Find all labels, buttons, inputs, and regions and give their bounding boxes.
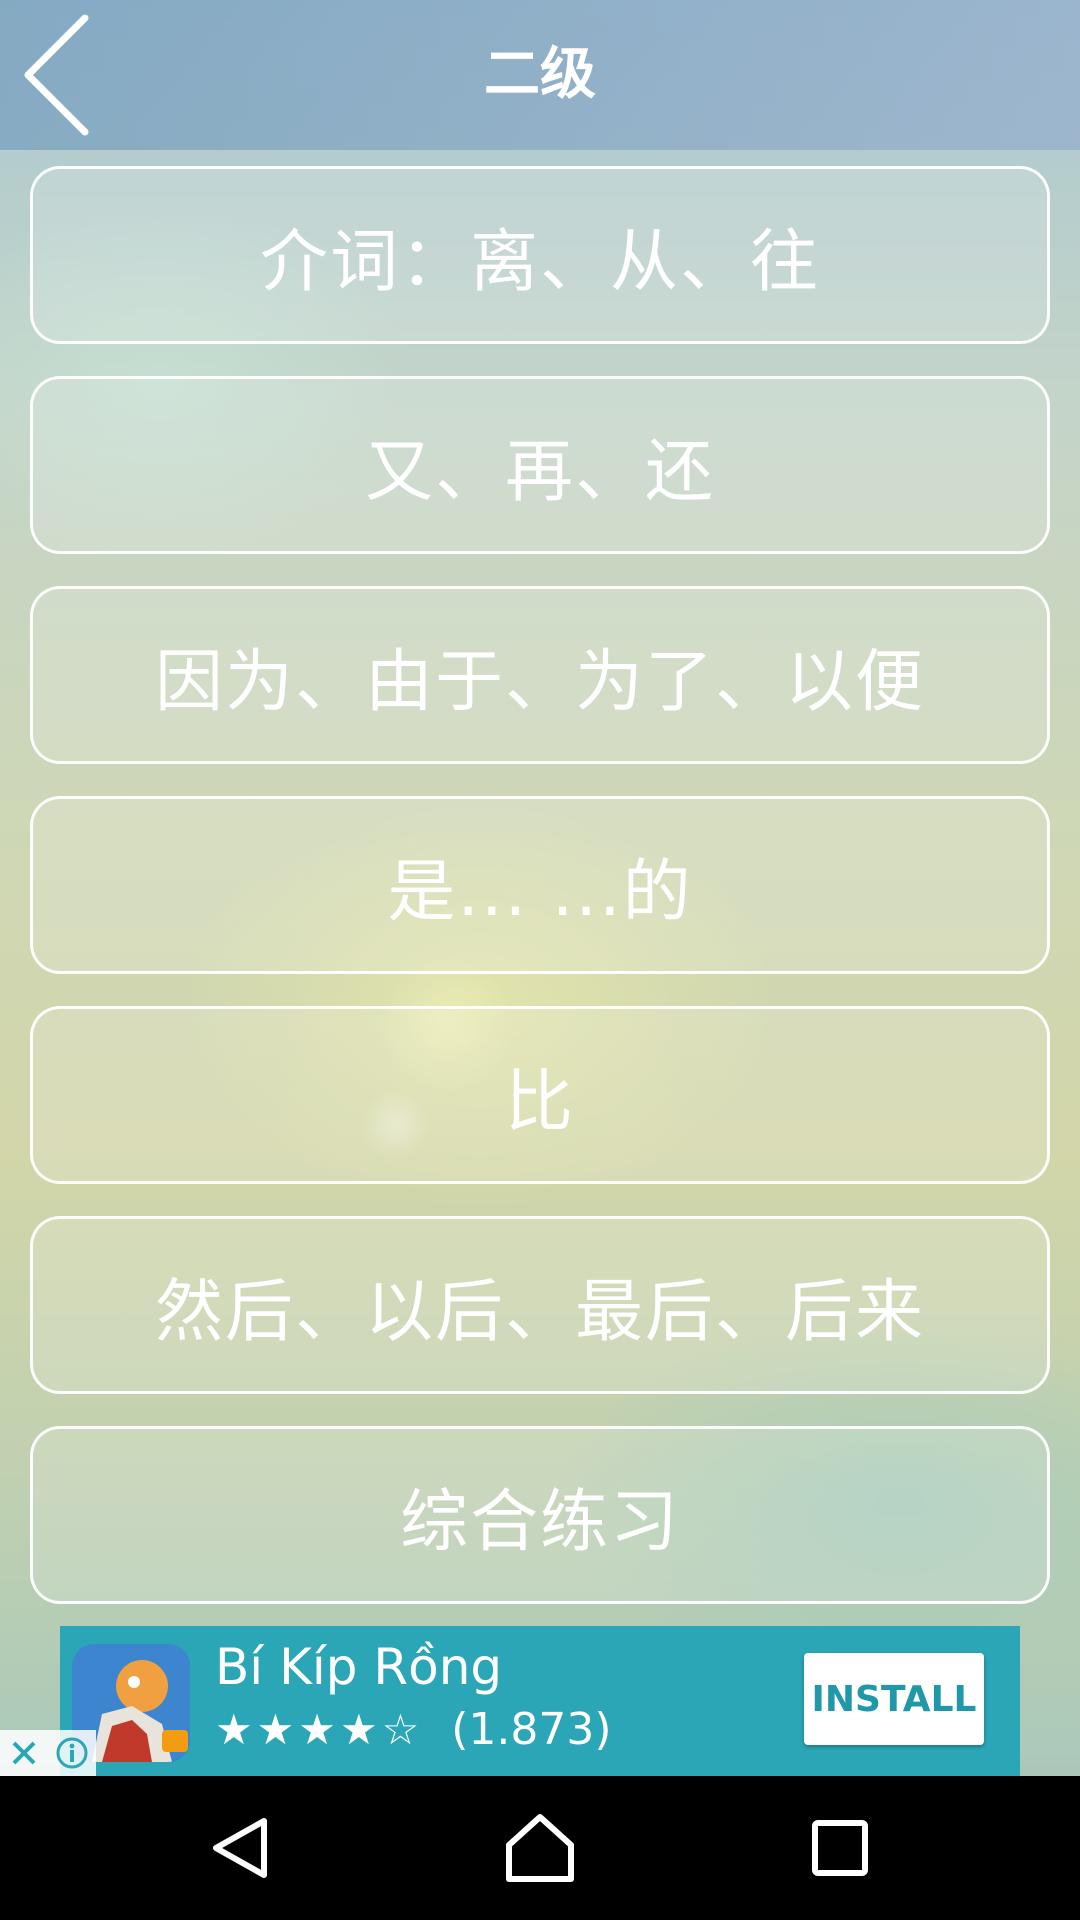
ad-app-name: Bí Kíp Rồng (215, 1638, 503, 1696)
lesson-item-then-after-finally[interactable]: 然后、以后、最后、后来 (30, 1216, 1050, 1394)
lesson-item-you-zai-hai[interactable]: 又、再、还 (30, 376, 1050, 554)
ad-banner[interactable]: Bí Kíp Rồng ★★★★☆ (1.873) INSTALL (60, 1626, 1020, 1776)
lesson-item-shi-de[interactable]: 是... ...的 (30, 796, 1050, 974)
install-button[interactable]: INSTALL (804, 1653, 984, 1745)
back-button[interactable] (10, 10, 120, 140)
app-bar: 二级 (0, 0, 1080, 150)
ad-close-button[interactable] (0, 1730, 48, 1776)
lesson-item-because-in-order-to[interactable]: 因为、由于、为了、以便 (30, 586, 1050, 764)
square-recents-icon (812, 1820, 868, 1876)
home-icon (506, 1814, 574, 1882)
info-icon (56, 1737, 88, 1769)
nav-recents-button[interactable] (795, 1803, 885, 1893)
app-screen: 二级 介词：离、从、往 又、再、还 因为、由于、为了、以便 是... ...的 … (0, 0, 1080, 1920)
triangle-back-icon (213, 1818, 267, 1878)
lesson-item-bi[interactable]: 比 (30, 1006, 1050, 1184)
chevron-left-icon (24, 14, 89, 136)
nav-back-button[interactable] (196, 1803, 286, 1893)
lesson-item-comprehensive-practice[interactable]: 综合练习 (30, 1426, 1050, 1604)
lesson-list: 介词：离、从、往 又、再、还 因为、由于、为了、以便 是... ...的 比 然… (30, 166, 1050, 1636)
rating-stars: ★★★★☆ (215, 1705, 424, 1754)
rating-count: (1.873) (451, 1704, 612, 1755)
close-icon (12, 1741, 36, 1765)
nav-home-button[interactable] (495, 1803, 585, 1893)
lesson-item-prepositions[interactable]: 介词：离、从、往 (30, 166, 1050, 344)
system-nav-bar (0, 1776, 1080, 1920)
page-title: 二级 (484, 42, 596, 107)
ad-rating: ★★★★☆ (1.873) (215, 1704, 612, 1755)
ad-info-button[interactable] (48, 1730, 96, 1776)
